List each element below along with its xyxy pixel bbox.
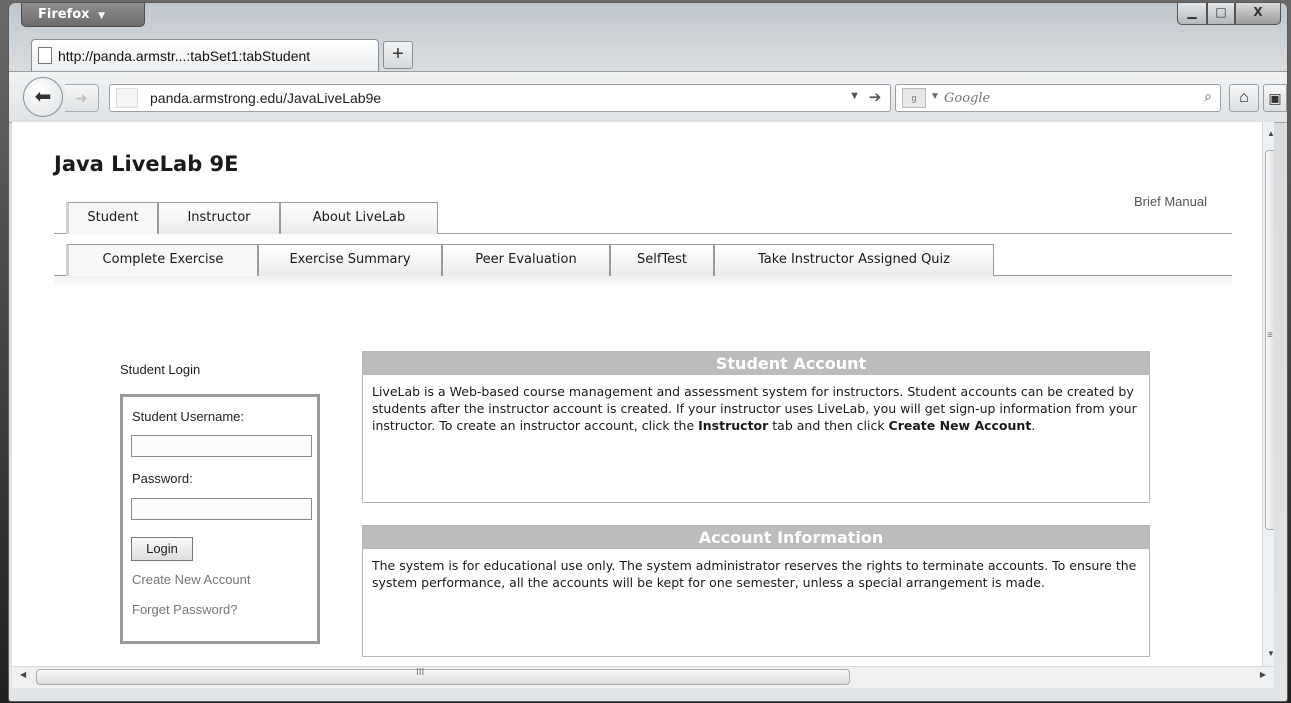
- close-button[interactable]: X: [1235, 3, 1281, 25]
- hscroll-grip: III: [416, 667, 425, 678]
- forget-password-link[interactable]: Forget Password?: [132, 602, 238, 617]
- vertical-scrollbar[interactable]: ▲ ≡ ▼: [1262, 122, 1274, 666]
- panel-text: LiveLab is a Web-based course management…: [363, 375, 1149, 442]
- bold-create-account: Create New Account: [888, 418, 1032, 433]
- site-identity-icon[interactable]: [116, 88, 138, 108]
- login-box: Student Username: Password: Login Create…: [120, 394, 320, 644]
- student-account-panel: Student Account LiveLab is a Web-based c…: [362, 351, 1150, 503]
- back-button[interactable]: ⬅: [23, 77, 63, 117]
- tab-about-livelab[interactable]: About LiveLab: [280, 202, 438, 234]
- firefox-menu-label: Firefox: [38, 7, 90, 22]
- navigation-toolbar: ⬅ ➜ panda.armstrong.edu/JavaLiveLab9e ▼ …: [9, 71, 1287, 123]
- tab-exercise-summary[interactable]: Exercise Summary: [258, 244, 442, 276]
- tab-peer-evaluation[interactable]: Peer Evaluation: [442, 244, 610, 276]
- browser-tab[interactable]: http://panda.armstr...:tabSet1:tabStuden…: [31, 39, 379, 71]
- home-button[interactable]: ⌂: [1229, 84, 1259, 112]
- tab-title: http://panda.armstr...:tabSet1:tabStuden…: [58, 47, 311, 64]
- new-tab-button[interactable]: +: [383, 41, 413, 69]
- scroll-down-icon[interactable]: ▼: [1263, 646, 1274, 662]
- home-icon: ⌂: [1239, 89, 1249, 106]
- back-arrow-icon: ⬅: [34, 86, 52, 108]
- page-title: Java LiveLab 9E: [54, 152, 239, 176]
- history-dropdown-icon[interactable]: ▼: [849, 90, 860, 102]
- scroll-left-icon[interactable]: ◀: [20, 670, 26, 679]
- forward-button[interactable]: ➜: [65, 84, 99, 112]
- account-information-panel: Account Information The system is for ed…: [362, 525, 1150, 657]
- go-arrow-icon[interactable]: ➔: [864, 88, 886, 108]
- tab-student[interactable]: Student: [66, 202, 158, 234]
- horizontal-scrollbar[interactable]: ◀ III ▶: [12, 666, 1274, 688]
- address-text: panda.armstrong.edu/JavaLiveLab9e: [150, 90, 382, 106]
- panel-title: Account Information: [363, 526, 1149, 549]
- engine-dropdown-icon[interactable]: ▼: [930, 91, 940, 102]
- addon-icon: ▣: [1268, 90, 1282, 106]
- username-field[interactable]: [131, 435, 312, 457]
- search-icon[interactable]: ⌕: [1204, 88, 1212, 105]
- create-account-link[interactable]: Create New Account: [132, 572, 251, 587]
- page-icon: [38, 47, 52, 64]
- search-bar[interactable]: g ▼ ⌕: [895, 84, 1221, 112]
- tab-shade: [54, 276, 1232, 290]
- tab-complete-exercise[interactable]: Complete Exercise: [66, 244, 258, 276]
- main-tab-row: Student Instructor About LiveLab: [54, 200, 1232, 234]
- text-segment: tab and then click: [768, 418, 889, 433]
- vscroll-grip: ≡: [1267, 330, 1273, 341]
- page-viewport: Java LiveLab 9E Brief Manual Student Ins…: [12, 122, 1274, 666]
- login-button[interactable]: Login: [131, 537, 193, 561]
- username-label: Student Username:: [132, 409, 245, 424]
- forward-arrow-icon: ➜: [75, 90, 88, 106]
- horizontal-scroll-thumb[interactable]: [36, 669, 850, 685]
- panel-title: Student Account: [363, 352, 1149, 375]
- panel-text: The system is for educational use only. …: [372, 558, 1137, 590]
- address-bar[interactable]: panda.armstrong.edu/JavaLiveLab9e ▼ ➔: [109, 84, 891, 112]
- search-engine-icon[interactable]: g: [902, 88, 926, 108]
- text-segment: .: [1031, 418, 1036, 433]
- maximize-button[interactable]: □: [1207, 3, 1235, 25]
- scroll-right-icon[interactable]: ▶: [1260, 670, 1266, 679]
- tab-instructor[interactable]: Instructor: [158, 202, 280, 234]
- chevron-down-icon: ▼: [98, 11, 105, 21]
- tab-selftest[interactable]: SelfTest: [610, 244, 714, 276]
- minimize-button[interactable]: ▁: [1177, 3, 1207, 25]
- password-label: Password:: [132, 471, 193, 486]
- scroll-up-icon[interactable]: ▲: [1263, 126, 1274, 142]
- bold-instructor: Instructor: [698, 418, 769, 433]
- window-controls: ▁ □ X: [1177, 3, 1281, 25]
- addon-button[interactable]: ▣: [1263, 84, 1287, 112]
- login-heading: Student Login: [120, 362, 201, 377]
- tab-take-quiz[interactable]: Take Instructor Assigned Quiz: [714, 244, 994, 276]
- password-field[interactable]: [131, 498, 312, 520]
- sub-tab-row: Complete Exercise Exercise Summary Peer …: [54, 242, 1232, 276]
- search-input[interactable]: [942, 87, 1162, 109]
- firefox-menu-button[interactable]: Firefox ▼: [21, 3, 145, 27]
